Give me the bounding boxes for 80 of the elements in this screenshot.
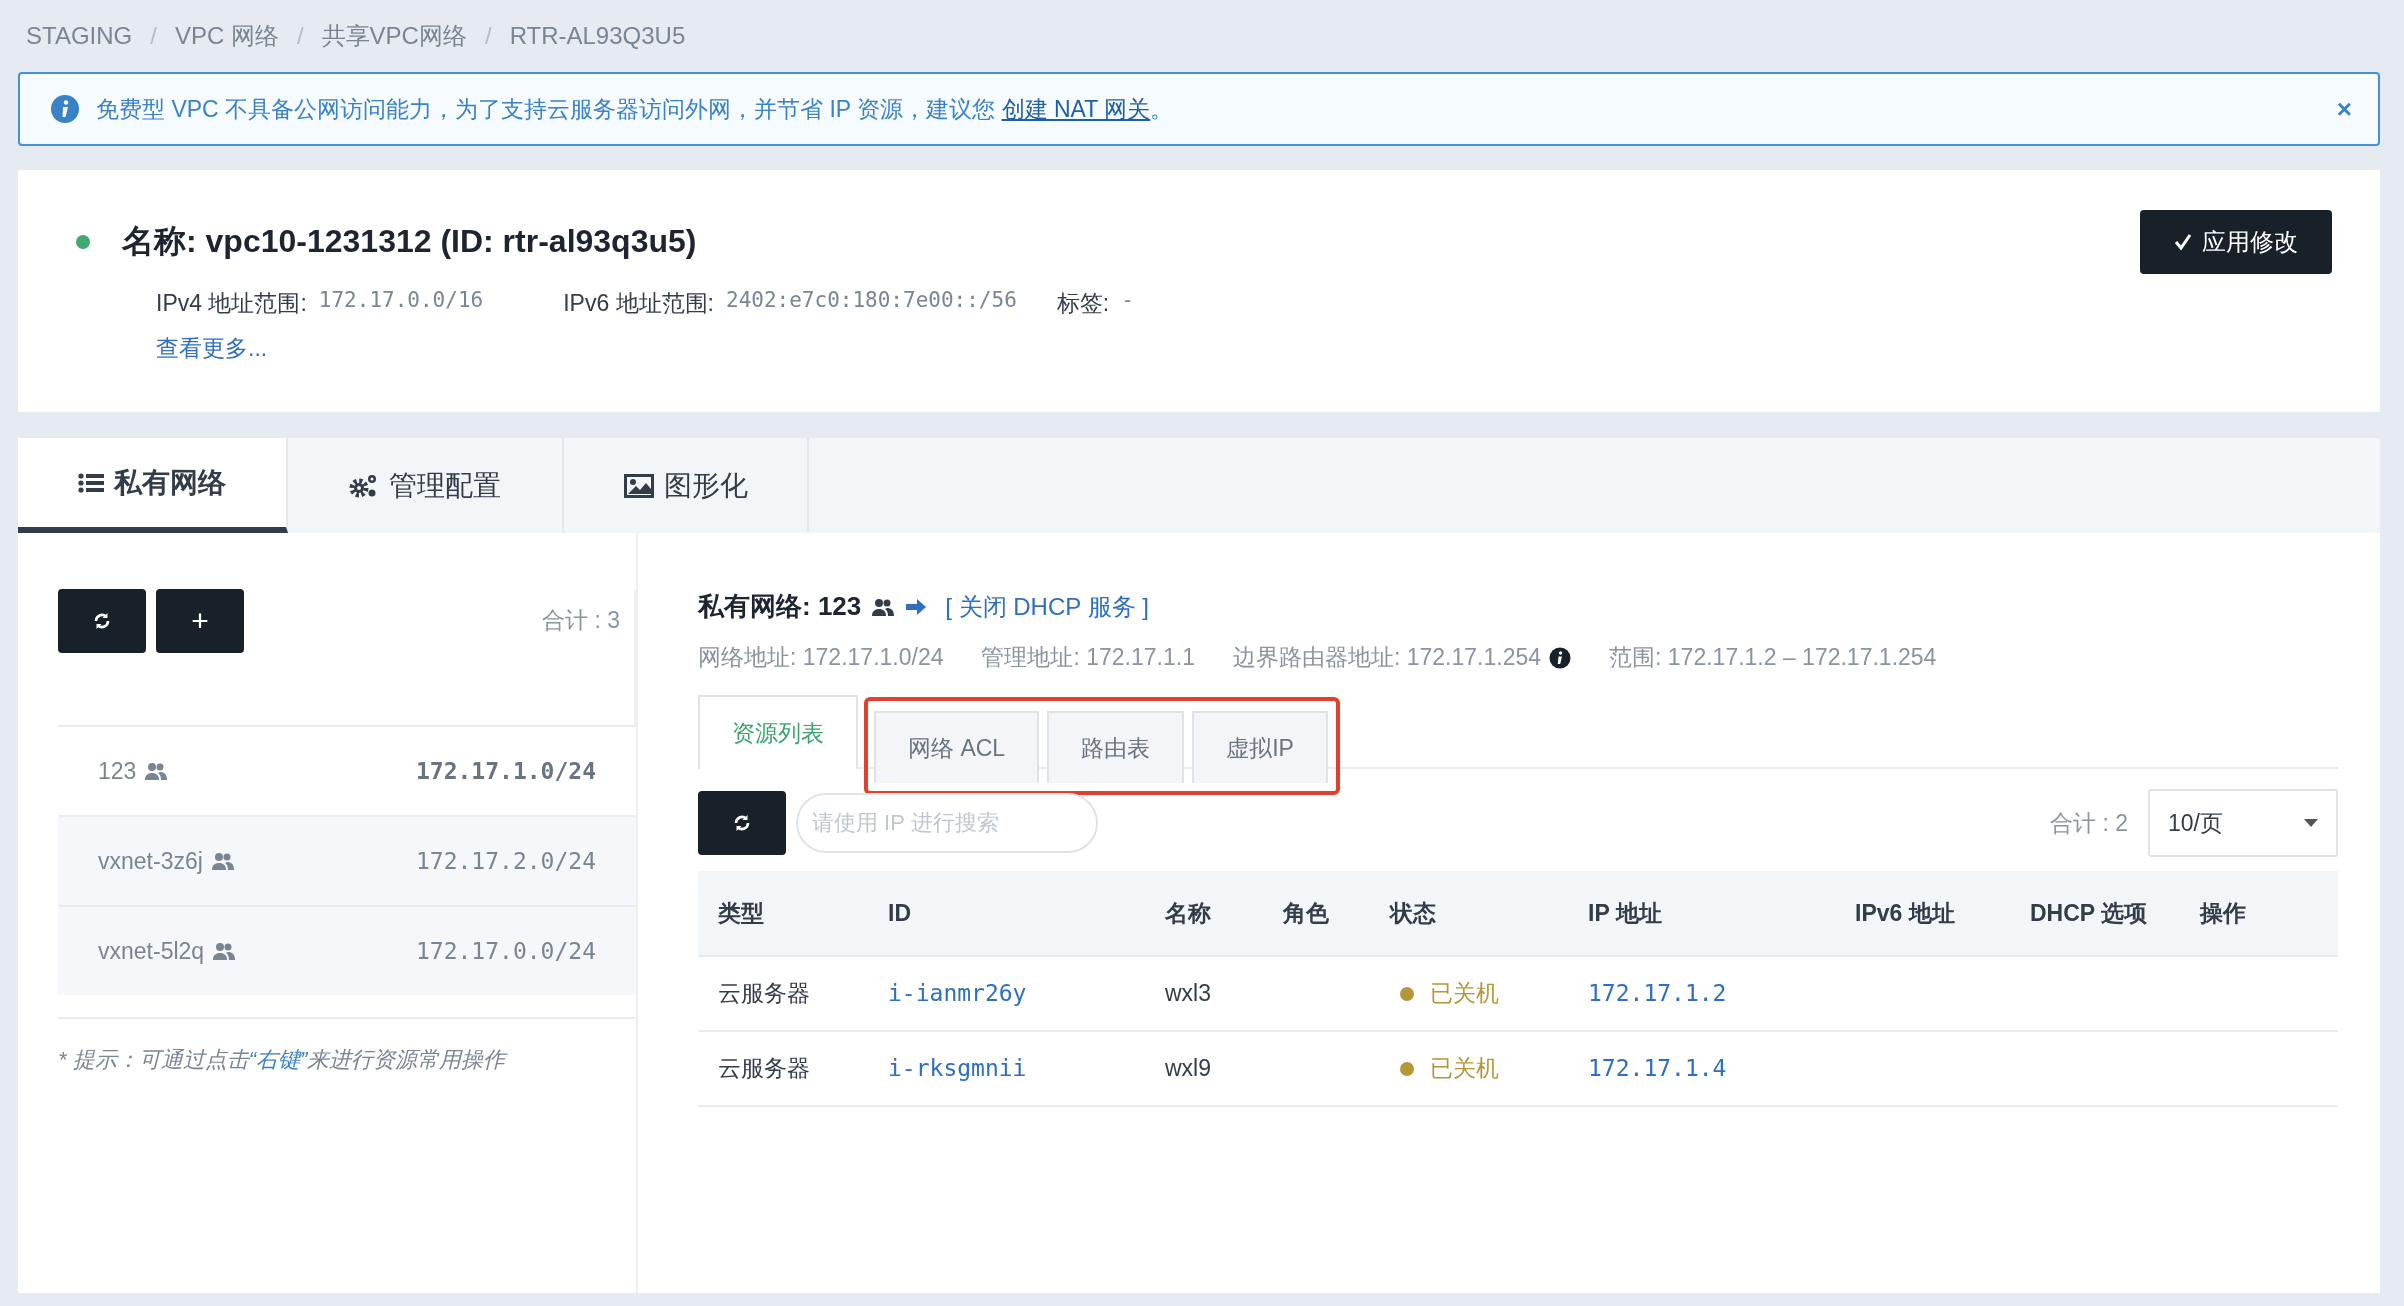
- breadcrumb-separator: /: [484, 22, 492, 50]
- instance-link[interactable]: i-rksgmnii: [888, 1055, 1027, 1081]
- column-header: DHCP 选项: [2030, 898, 2149, 928]
- refresh-icon: [92, 611, 112, 631]
- column-header: 类型: [718, 898, 765, 928]
- breadcrumb-item[interactable]: VPC 网络: [174, 20, 279, 52]
- info-text: 范围: 172.17.1.2 – 172.17.1.254: [1609, 643, 1937, 672]
- users-icon: [212, 941, 237, 961]
- refresh-button[interactable]: [698, 791, 786, 855]
- column-header: IPv6 地址: [1855, 898, 1956, 928]
- tab[interactable]: 私有网络: [18, 438, 288, 533]
- users-icon: [871, 596, 896, 617]
- status-text: 已关机: [1430, 1054, 1499, 1083]
- total-count: 合计 : 3: [542, 606, 620, 635]
- gears-icon: [349, 472, 379, 499]
- caret-icon: [2304, 819, 2318, 827]
- check-icon: [2174, 233, 2192, 251]
- network-cidr: 172.17.0.0/24: [416, 938, 596, 964]
- sub-tab[interactable]: 资源列表: [698, 695, 858, 769]
- table-cell-text: 云服务器: [718, 979, 811, 1008]
- sub-tab[interactable]: 网络 ACL: [874, 711, 1040, 783]
- sub-tab[interactable]: 路由表: [1047, 711, 1185, 783]
- field-value: 2402:e7c0:180:7e00::/56: [726, 288, 1017, 314]
- field-label: IPv4 地址范围:: [156, 289, 307, 318]
- column-header: 名称: [1165, 898, 1212, 928]
- ip-link[interactable]: 172.17.1.4: [1588, 1055, 1727, 1081]
- breadcrumb-item[interactable]: 共享VPC网络: [321, 20, 467, 52]
- breadcrumb-item[interactable]: STAGING: [26, 22, 133, 50]
- table-cell-text: wxl9: [1165, 1055, 1212, 1082]
- network-name: vxnet-5l2q: [98, 937, 205, 965]
- apply-button[interactable]: 应用修改: [2140, 210, 2332, 274]
- network-item[interactable]: vxnet-5l2q 172.17.0.0/24: [58, 905, 636, 995]
- field-value: 172.17.0.0/16: [318, 288, 484, 314]
- nat-gateway-link[interactable]: 创建 NAT 网关: [1001, 95, 1151, 122]
- info-text: 网络地址: 172.17.1.0/24: [698, 643, 944, 672]
- network-item[interactable]: vxnet-3z6j 172.17.2.0/24: [58, 815, 636, 905]
- column-header: 状态: [1390, 898, 1437, 928]
- add-button[interactable]: +: [156, 589, 244, 653]
- arrow-right-icon: [905, 597, 928, 616]
- close-button[interactable]: ×: [2336, 93, 2352, 125]
- field-label: 标签:: [1056, 289, 1110, 318]
- breadcrumb-item[interactable]: RTR-AL93Q3U5: [509, 22, 686, 50]
- refresh-icon: [732, 813, 752, 833]
- total-count: 合计 : 2: [2050, 808, 2128, 838]
- vpc-title: 名称: vpc10-1231312 (ID: rtr-al93q3u5): [122, 222, 697, 261]
- ip-link[interactable]: 172.17.1.2: [1588, 980, 1727, 1006]
- network-name: 123: [98, 757, 137, 785]
- network-title: 私有网络: 123: [698, 590, 862, 623]
- info-icon: [50, 94, 80, 124]
- users-icon: [210, 851, 235, 871]
- info-text: 边界路由器地址: 172.17.1.254: [1232, 643, 1542, 672]
- network-cidr: 172.17.1.0/24: [416, 758, 596, 784]
- column-header: 操作: [2200, 898, 2247, 928]
- network-name: vxnet-3z6j: [98, 847, 203, 875]
- column-header: IP 地址: [1588, 898, 1663, 928]
- breadcrumb-separator: /: [150, 22, 157, 50]
- list-icon: [78, 471, 104, 494]
- table-cell-text: wxl3: [1165, 980, 1212, 1007]
- network-cidr: 172.17.2.0/24: [416, 848, 596, 874]
- users-icon: [144, 761, 169, 781]
- info-icon: [1549, 646, 1572, 669]
- status-dot: [76, 235, 90, 249]
- page-size-select[interactable]: 10/页: [2148, 789, 2338, 857]
- hint-text: * 提示：可通过点击“右键”来进行资源常用操作: [58, 1017, 636, 1075]
- more-link[interactable]: 查看更多...: [156, 333, 268, 364]
- field-label: IPv6 地址范围:: [563, 289, 714, 318]
- column-header: ID: [888, 899, 912, 927]
- status-text: 已关机: [1430, 979, 1499, 1008]
- banner-text: 免费型 VPC 不具备公网访问能力，为了支持云服务器访问外网，并节省 IP 资源，建议您 创建 NAT 网关。: [96, 94, 1175, 124]
- search-field[interactable]: 请使用 IP 进行搜索: [796, 793, 1098, 853]
- field-value: -: [1121, 288, 1134, 314]
- sub-tab[interactable]: 虚拟IP: [1192, 711, 1328, 783]
- image-icon: [623, 473, 654, 498]
- info-text: 管理地址: 172.17.1.1: [981, 643, 1195, 672]
- breadcrumb-separator: /: [296, 22, 304, 50]
- refresh-button[interactable]: [58, 589, 146, 653]
- column-header: 角色: [1283, 898, 1330, 928]
- dhcp-link[interactable]: [ 关闭 DHCP 服务 ]: [945, 590, 1149, 623]
- instance-link[interactable]: i-ianmr26y: [888, 980, 1027, 1006]
- table-cell-text: 云服务器: [718, 1054, 811, 1083]
